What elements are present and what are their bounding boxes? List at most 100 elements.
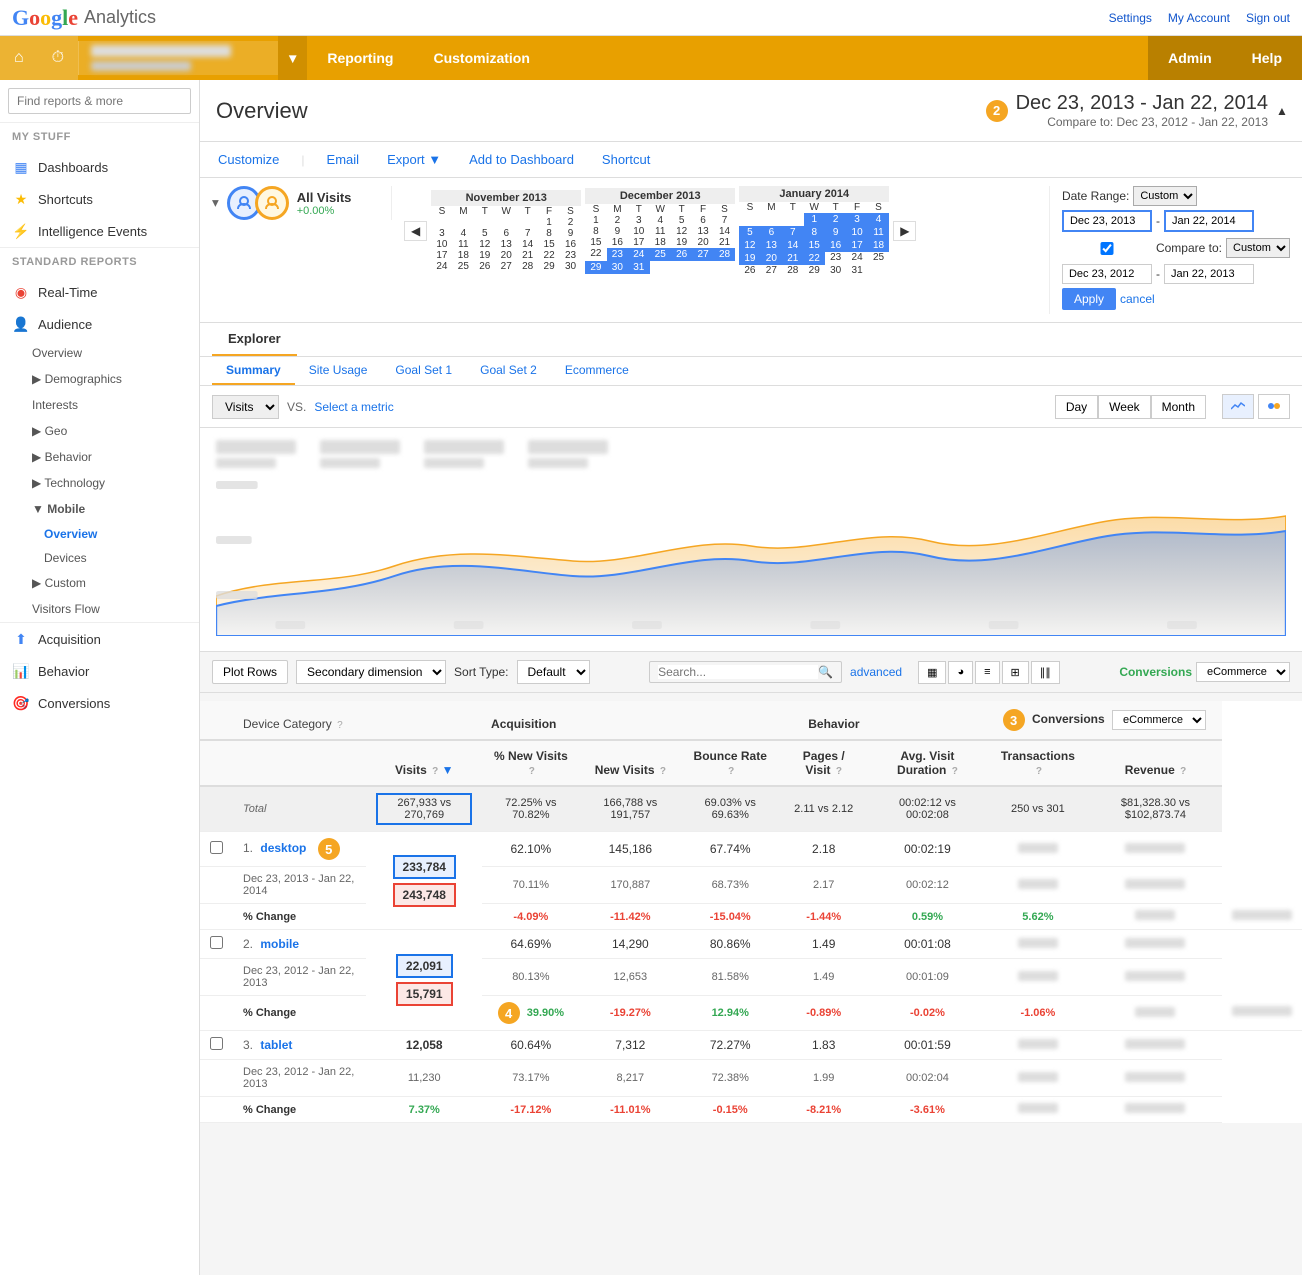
area-chart-button[interactable] [1258, 394, 1290, 419]
sidebar-sub-geo[interactable]: ▶ Geo [0, 418, 199, 444]
email-button[interactable]: Email [321, 148, 366, 171]
settings-link[interactable]: Settings [1109, 11, 1152, 25]
tab-summary[interactable]: Summary [212, 357, 295, 385]
tablet-period2-checkbox [200, 1060, 233, 1097]
tablet-checkbox[interactable] [200, 1031, 233, 1060]
comparison-view-button[interactable]: ∥∥ [1031, 661, 1060, 684]
shortcut-button[interactable]: Shortcut [596, 148, 656, 171]
week-button[interactable]: Week [1098, 395, 1150, 419]
sort-type-select[interactable]: Default [517, 660, 590, 684]
calendar-next-button[interactable]: ▶ [893, 221, 916, 241]
visits-help-icon[interactable]: ? [432, 766, 438, 777]
tab-goal-set-2[interactable]: Goal Set 2 [466, 357, 551, 385]
day-button[interactable]: Day [1055, 395, 1098, 419]
nav-tab-customization[interactable]: Customization [413, 36, 549, 80]
pie-view-button[interactable]: ◕ [948, 661, 973, 684]
sidebar-sub-demographics[interactable]: ▶ Demographics [0, 366, 199, 392]
sidebar-sub-overview[interactable]: Overview [0, 340, 199, 366]
nav-tab-reporting[interactable]: Reporting [307, 36, 413, 80]
search-input[interactable] [8, 88, 191, 114]
mobile-device-name[interactable]: mobile [260, 937, 299, 951]
sidebar-sub-mobile[interactable]: ▼ Mobile [0, 496, 199, 522]
revenue-help-icon[interactable]: ? [1180, 766, 1186, 777]
sort-arrow[interactable]: ▼ [442, 763, 454, 777]
new-visits-help-icon[interactable]: ? [660, 766, 666, 777]
help-button[interactable]: Help [1232, 36, 1302, 80]
my-account-link[interactable]: My Account [1168, 11, 1230, 25]
grid-view-button[interactable]: ▦ [918, 661, 946, 684]
property-name [91, 61, 191, 71]
sidebar-item-intelligence[interactable]: ⚡ Intelligence Events [0, 215, 199, 247]
bounce-help-icon[interactable]: ? [728, 766, 734, 777]
segment-expand-button[interactable]: ▾ [212, 195, 219, 211]
sidebar-sub-interests[interactable]: Interests [0, 392, 199, 418]
tab-site-usage[interactable]: Site Usage [295, 357, 382, 385]
apply-button[interactable]: Apply [1062, 288, 1116, 310]
nav-bar: ⌂ ⏱ ▼ Reporting Customization Admin Help [0, 36, 1302, 80]
select-metric-link[interactable]: Select a metric [314, 400, 393, 414]
sidebar-item-conversions[interactable]: 🎯 Conversions [0, 687, 199, 719]
sidebar-item-behavior[interactable]: 📊 Behavior [0, 655, 199, 687]
account-selector[interactable] [78, 41, 278, 75]
sign-out-link[interactable]: Sign out [1246, 11, 1290, 25]
tab-goal-set-1[interactable]: Goal Set 1 [381, 357, 466, 385]
mobile-checkbox[interactable] [200, 930, 233, 959]
plot-rows-button[interactable]: Plot Rows [212, 660, 288, 684]
avg-visit-help-icon[interactable]: ? [952, 766, 958, 777]
table-search-input[interactable] [658, 665, 818, 679]
sidebar-item-dashboards[interactable]: ▦ Dashboards [0, 151, 199, 183]
ecommerce-select[interactable]: eCommerce [1196, 662, 1290, 682]
compare-type-select[interactable]: Custom [1226, 238, 1290, 258]
account-dropdown-button[interactable]: ▼ [278, 36, 307, 80]
compare-checkbox[interactable] [1062, 242, 1152, 255]
date-to-input[interactable] [1164, 210, 1254, 232]
date-range-main: Dec 23, 2013 - Jan 22, 2014 [1016, 92, 1268, 115]
segment-icons [227, 186, 289, 220]
compare-to-input[interactable] [1164, 264, 1254, 284]
line-chart-button[interactable] [1222, 394, 1254, 419]
sidebar-item-acquisition[interactable]: ⬆ Acquisition [0, 623, 199, 655]
sidebar-sub-technology[interactable]: ▶ Technology [0, 470, 199, 496]
row-checkbox[interactable] [200, 832, 233, 867]
calendar-prev-button[interactable]: ◀ [404, 221, 427, 241]
month-button[interactable]: Month [1151, 395, 1206, 419]
device-category-help-icon[interactable]: ? [337, 720, 343, 731]
scrollbar-up[interactable]: ▲ [1276, 104, 1286, 118]
cancel-link[interactable]: cancel [1120, 292, 1155, 306]
home-button[interactable]: ⌂ [0, 36, 38, 80]
totals-transactions: 250 vs 301 [987, 786, 1089, 832]
date-from-input[interactable] [1062, 210, 1152, 232]
date-range-type-select[interactable]: Custom [1133, 186, 1197, 206]
advanced-link[interactable]: advanced [850, 665, 902, 679]
compare-from-input[interactable] [1062, 264, 1152, 284]
primary-metric-select[interactable]: Visits [212, 395, 279, 419]
tab-explorer[interactable]: Explorer [212, 323, 297, 356]
pages-help-icon[interactable]: ? [836, 766, 842, 777]
add-to-dashboard-button[interactable]: Add to Dashboard [463, 148, 580, 171]
tablet-device-name[interactable]: tablet [260, 1038, 292, 1052]
secondary-dimension-select[interactable]: Secondary dimension [296, 660, 446, 684]
sidebar-sub-custom[interactable]: ▶ Custom [0, 570, 199, 596]
customize-button[interactable]: Customize [212, 148, 285, 171]
sidebar-label-intelligence: Intelligence Events [38, 224, 147, 239]
avg-visit-col-header: Avg. Visit Duration ? [868, 740, 987, 786]
clock-button[interactable]: ⏱ [38, 36, 78, 80]
pct-new-help-icon[interactable]: ? [529, 766, 535, 777]
tab-ecommerce[interactable]: Ecommerce [551, 357, 643, 385]
device-name[interactable]: desktop [260, 841, 306, 855]
bar-view-button[interactable]: ≡ [975, 661, 999, 684]
sidebar-item-audience[interactable]: 👤 Audience [0, 308, 199, 340]
sidebar-item-shortcuts[interactable]: ★ Shortcuts [0, 183, 199, 215]
pivot-view-button[interactable]: ⊞ [1002, 661, 1029, 684]
sidebar-subsub-mobile-devices[interactable]: Devices [0, 546, 199, 570]
sidebar-subsub-mobile-overview[interactable]: Overview [0, 522, 199, 546]
transactions-help-icon[interactable]: ? [1036, 766, 1042, 777]
sidebar-sub-visitors-flow[interactable]: Visitors Flow [0, 596, 199, 622]
export-button[interactable]: Export ▼ [381, 148, 447, 171]
sidebar-sub-behavior[interactable]: ▶ Behavior [0, 444, 199, 470]
conversions-ecommerce-select[interactable]: eCommerce [1112, 710, 1206, 730]
admin-button[interactable]: Admin [1148, 36, 1232, 80]
sidebar-search-area [0, 80, 199, 122]
tablet-transactions-change [987, 1097, 1089, 1123]
sidebar-item-realtime[interactable]: ◉ Real-Time [0, 276, 199, 308]
